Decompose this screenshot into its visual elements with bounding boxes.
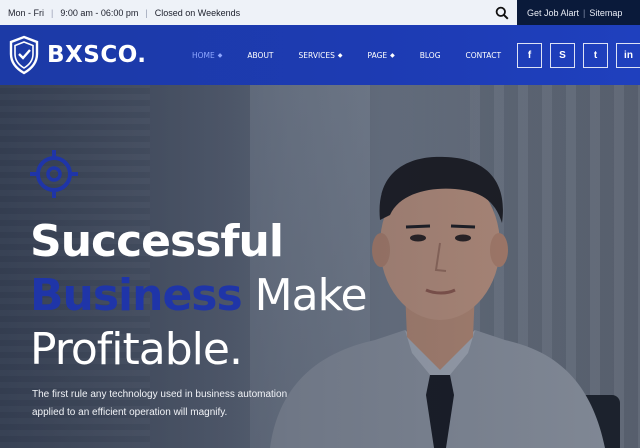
nav-label: ABOUT [247, 50, 274, 60]
closed-notice: Closed on Weekends [154, 7, 241, 18]
hours-time: 9:00 am - 06:00 pm [60, 7, 139, 18]
dropdown-icon: ◆ [337, 51, 343, 59]
divider: | [145, 7, 148, 18]
skype-icon[interactable]: S [550, 43, 575, 68]
nav-label: CONTACT [465, 50, 502, 60]
business-hours: Mon - Fri | 9:00 am - 06:00 pm | Closed … [0, 0, 240, 25]
dropdown-icon: ◆ [390, 51, 395, 59]
headline-line-1: Successful [30, 216, 284, 267]
headline-line-2: Business Make [30, 269, 368, 323]
top-links: Get Job Alart | Sitemap [517, 0, 640, 25]
hours-days: Mon - Fri [8, 7, 44, 18]
nav-item-contact[interactable]: CONTACT [466, 51, 502, 60]
divider: | [583, 7, 586, 18]
dropdown-icon: ◆ [217, 51, 223, 59]
headline-line-3: Profitable. [30, 324, 243, 375]
headline-accent: Business [30, 270, 243, 321]
hero-description: The first rule any technology used in bu… [32, 389, 288, 418]
headline-rest: Make [241, 270, 368, 321]
facebook-icon[interactable]: f [517, 43, 542, 68]
sitemap-link[interactable]: Sitemap [589, 8, 622, 18]
linkedin-icon[interactable]: in [616, 43, 640, 68]
search-icon[interactable] [495, 6, 509, 20]
top-bar: Mon - Fri | 9:00 am - 06:00 pm | Closed … [0, 0, 640, 25]
brand-name: BXSCO. [47, 42, 147, 68]
nav-item-home[interactable]: HOME ◆ [192, 51, 222, 60]
main-header: BXSCO. HOME ◆ ABOUT SERVICES ◆ PAGE ◆ BL… [0, 25, 640, 85]
nav-item-about[interactable]: ABOUT [247, 51, 273, 60]
nav-label: HOME [192, 50, 215, 60]
logo[interactable]: BXSCO. [8, 35, 147, 75]
shield-logo-icon [9, 35, 39, 75]
twitter-icon[interactable]: t [583, 43, 608, 68]
main-nav: HOME ◆ ABOUT SERVICES ◆ PAGE ◆ BLOG CONT… [192, 25, 526, 85]
social-links: f S t in [517, 43, 640, 68]
nav-label: SERVICES [298, 50, 335, 60]
nav-item-blog[interactable]: BLOG [420, 51, 441, 60]
nav-label: PAGE [367, 50, 388, 60]
nav-item-services[interactable]: SERVICES ◆ [299, 51, 343, 60]
hero-headline: Successful Business Make Profitable. [30, 215, 368, 377]
divider: | [51, 7, 54, 18]
job-alert-link[interactable]: Get Job Alart [527, 8, 579, 18]
target-icon [30, 150, 78, 198]
nav-label: BLOG [419, 50, 441, 60]
nav-item-page[interactable]: PAGE ◆ [368, 51, 395, 60]
